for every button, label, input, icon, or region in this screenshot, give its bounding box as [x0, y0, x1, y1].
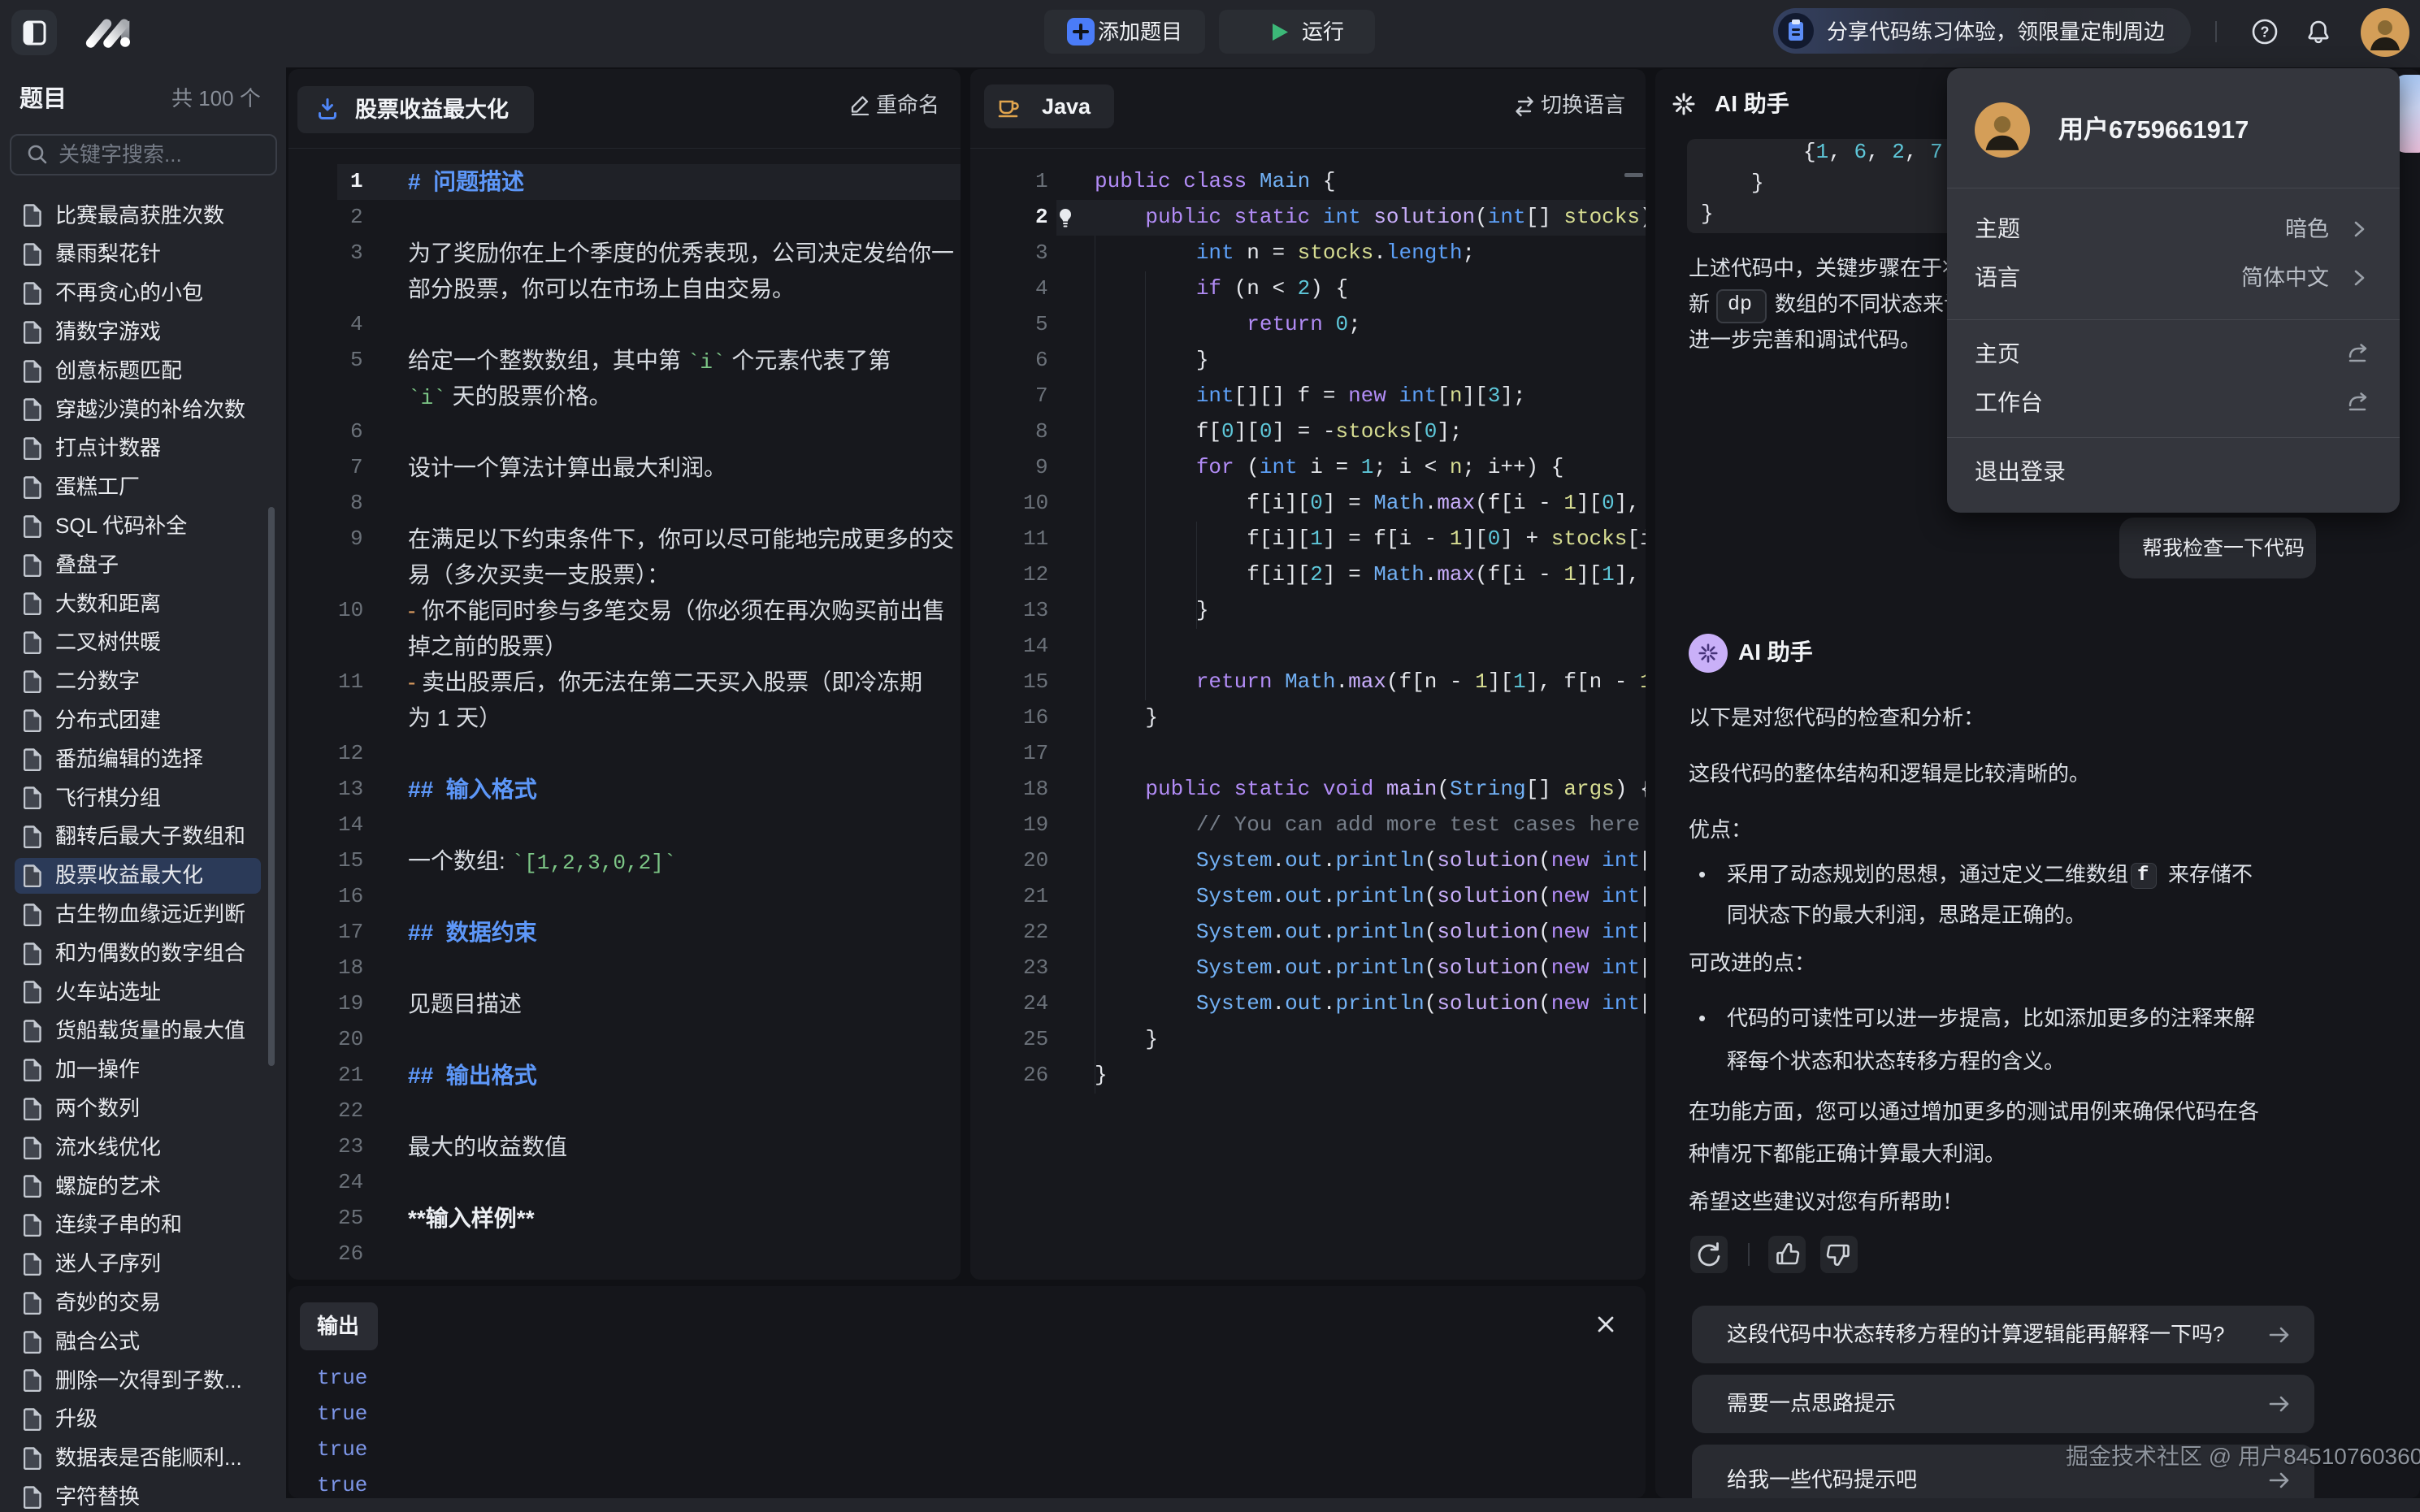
svg-text:?: ?	[2261, 24, 2270, 41]
